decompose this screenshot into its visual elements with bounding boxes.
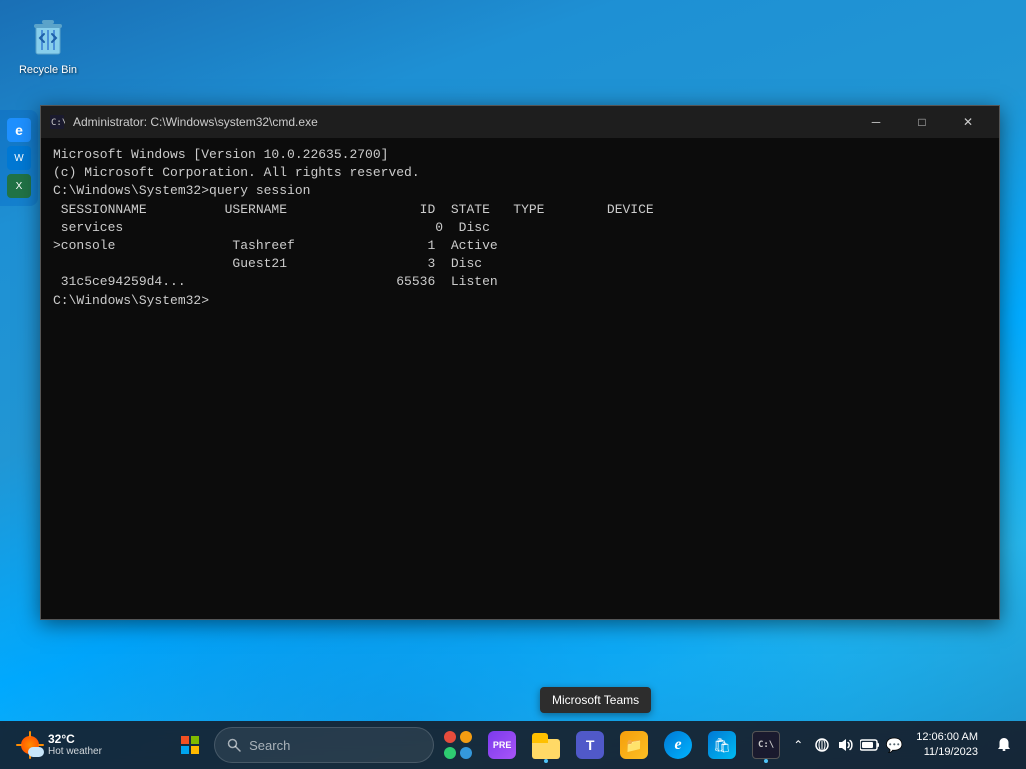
weather-widget[interactable]: 32°C Hot weather bbox=[8, 727, 110, 763]
edge-icon-left[interactable]: e bbox=[7, 118, 31, 142]
weather-icon bbox=[16, 731, 44, 759]
weather-condition: Hot weather bbox=[48, 746, 102, 758]
taskbar-clock[interactable]: 12:06:00 AM 11/19/2023 bbox=[908, 726, 986, 765]
word-icon-left[interactable]: W bbox=[7, 146, 31, 170]
pre-icon: PRE bbox=[488, 731, 516, 759]
microsoft-365-button[interactable] bbox=[438, 725, 478, 765]
cmd-taskbar-button[interactable]: C:\ bbox=[746, 725, 786, 765]
volume-icon[interactable] bbox=[836, 735, 856, 755]
battery-icon[interactable] bbox=[860, 735, 880, 755]
cmd-icon: C:\ bbox=[49, 114, 65, 130]
teams-tooltip: Microsoft Teams bbox=[540, 687, 651, 713]
desktop: Recycle Bin e W X C:\ Administrator: C:\… bbox=[0, 0, 1026, 769]
cmd-controls: ─ □ ✕ bbox=[853, 106, 991, 138]
cmd-output-line-7: >console Tashreef 1 Active bbox=[53, 237, 987, 255]
file-explorer-button[interactable] bbox=[526, 725, 566, 765]
cmd-output-line-4: C:\Windows\System32>query session bbox=[53, 182, 987, 200]
cmd-taskbar-icon: C:\ bbox=[752, 731, 780, 759]
weather-temp: 32°C bbox=[48, 732, 102, 746]
recycle-bin-icon[interactable]: Recycle Bin bbox=[8, 8, 88, 80]
cmd-body[interactable]: Microsoft Windows [Version 10.0.22635.27… bbox=[41, 138, 999, 619]
recycle-bin-label: Recycle Bin bbox=[19, 64, 77, 76]
left-panel: e W X bbox=[0, 110, 38, 206]
taskbar-search[interactable]: Search bbox=[214, 727, 434, 763]
clock-date: 11/19/2023 bbox=[924, 745, 978, 760]
notification-button[interactable] bbox=[990, 727, 1018, 763]
clock-time: 12:06:00 AM bbox=[916, 730, 978, 745]
taskbar: 32°C Hot weather bbox=[0, 721, 1026, 769]
taskbar-left: 32°C Hot weather bbox=[8, 727, 168, 763]
weather-text: 32°C Hot weather bbox=[48, 732, 102, 758]
search-icon bbox=[227, 738, 241, 752]
notification-bell-icon bbox=[996, 737, 1012, 753]
file-manager-button[interactable]: 📁 bbox=[614, 725, 654, 765]
cmd-output-line-9: 31c5ce94259d4... 65536 Listen bbox=[53, 273, 987, 291]
cmd-window: C:\ Administrator: C:\Windows\system32\c… bbox=[40, 105, 1000, 620]
cmd-output-line-2: (c) Microsoft Corporation. All rights re… bbox=[53, 164, 987, 182]
microsoft-store-button[interactable]: 🛍 bbox=[702, 725, 742, 765]
teams-icon: T bbox=[576, 731, 604, 759]
svg-text:C:\: C:\ bbox=[51, 118, 65, 128]
ms365-icon bbox=[444, 731, 472, 759]
recycle-bin-svg bbox=[24, 12, 72, 60]
cmd-output-line-1: Microsoft Windows [Version 10.0.22635.27… bbox=[53, 146, 987, 164]
cmd-output-line-5: SESSIONNAME USERNAME ID STATE TYPE DEVIC… bbox=[53, 201, 987, 219]
cmd-title: Administrator: C:\Windows\system32\cmd.e… bbox=[73, 115, 845, 129]
network-icon[interactable] bbox=[812, 735, 832, 755]
start-button[interactable] bbox=[170, 725, 210, 765]
microsoft-teams-button[interactable]: T bbox=[570, 725, 610, 765]
file-explorer-icon bbox=[532, 731, 560, 759]
minimize-button[interactable]: ─ bbox=[853, 106, 899, 138]
file-manager-icon: 📁 bbox=[620, 731, 648, 759]
cmd-output-line-6: services 0 Disc bbox=[53, 219, 987, 237]
cmd-output-line-11: C:\Windows\System32> bbox=[53, 292, 987, 310]
taskbar-center: Search PRE bbox=[168, 725, 788, 765]
microsoft-edge-button[interactable]: e bbox=[658, 725, 698, 765]
cmd-output-line-8: Guest21 3 Disc bbox=[53, 255, 987, 273]
edge-icon: e bbox=[664, 731, 692, 759]
close-button[interactable]: ✕ bbox=[945, 106, 991, 138]
microsoft-pre-button[interactable]: PRE bbox=[482, 725, 522, 765]
cmd-titlebar: C:\ Administrator: C:\Windows\system32\c… bbox=[41, 106, 999, 138]
store-icon: 🛍 bbox=[708, 731, 736, 759]
excel-icon-left[interactable]: X bbox=[7, 174, 31, 198]
taskbar-right: ⌃ bbox=[788, 726, 1018, 765]
message-icon[interactable]: 💬 bbox=[884, 735, 904, 755]
windows-logo bbox=[181, 736, 199, 754]
show-hidden-icons-button[interactable]: ⌃ bbox=[788, 735, 808, 755]
maximize-button[interactable]: □ bbox=[899, 106, 945, 138]
search-label: Search bbox=[249, 738, 290, 753]
